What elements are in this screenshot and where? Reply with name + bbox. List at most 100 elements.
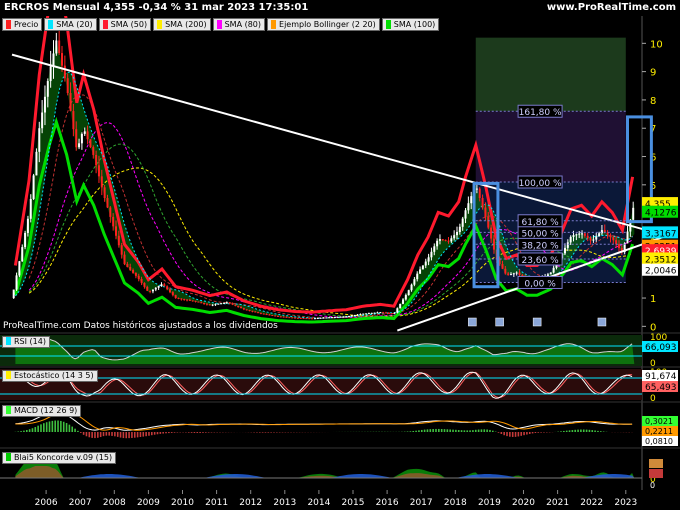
macd-histogram-bar [162,432,164,434]
candle-body [396,308,399,313]
candle-body [276,315,279,317]
candle-body [217,303,220,305]
candle-body [89,139,92,148]
candle-body [24,232,27,248]
macd-histogram-bar [449,429,451,432]
candle-body [433,246,436,252]
macd-histogram-bar [500,432,503,435]
candle-body [467,203,470,211]
legend-item-sma80[interactable]: SMA (80) [212,18,266,31]
x-tick-label: 2013 [273,498,296,508]
candle-body [143,282,146,287]
macd-histogram-bar [57,420,59,432]
candle-body [72,111,75,130]
candle-body [41,112,44,129]
panel-label-macd[interactable]: MACD (12 26 9) [2,405,82,417]
macd-histogram-bar [438,428,440,432]
candle-body [470,196,473,204]
x-tick-label: 2008 [103,498,126,508]
y-tick-label: 8 [650,96,656,107]
candle-body [242,308,245,310]
candle-body [348,315,351,317]
candle-body [427,257,430,262]
candle-body [504,268,507,274]
candle-body [78,143,81,148]
legend-item-sma100[interactable]: SMA (100) [381,18,440,31]
site-label[interactable]: www.ProRealTime.com [547,2,676,13]
candle-body [461,218,464,227]
candle-body [177,298,180,300]
macd-histogram-bar [489,429,491,432]
candle-body [251,310,254,312]
candle-body [197,301,200,303]
macd-histogram-bar [45,422,48,432]
candle-body [245,309,248,311]
koncorde-value-label: 0 [650,481,655,490]
macd-histogram-bar [23,430,25,432]
macd-histogram-bar [77,430,79,432]
candle-body [52,53,55,67]
candle-body [549,272,552,275]
legend-item-sma20[interactable]: SMA (20) [44,18,97,31]
candle-body [609,234,612,238]
candle-body [109,207,112,217]
legend-item-bollinger[interactable]: Ejemplo Bollinger (2 20) [267,18,380,31]
candle-body [328,317,331,319]
macd-histogram-bar [420,429,423,432]
macd-histogram-bar [423,429,426,432]
panel-label-rsi[interactable]: RSI (14) [2,336,50,348]
candle-body [171,292,174,296]
candle-body [399,303,402,309]
candle-body [376,312,379,314]
candle-body [211,304,214,306]
x-tick-label: 2012 [239,498,262,508]
macd-histogram-bar [514,432,517,437]
candle-body [129,267,132,270]
candle-body [146,286,149,291]
candle-body [336,316,339,318]
candle-body [288,317,291,319]
koncorde-value-box [649,459,663,468]
macd-histogram-bar [133,432,136,438]
macd-histogram-bar [537,432,540,433]
candle-body [248,310,251,312]
candle-body [69,93,72,112]
macd-histogram-bar [165,432,167,434]
candle-body [342,316,345,318]
candle-body [38,128,41,152]
legend-item-price[interactable]: Precio [2,18,43,31]
macd-histogram-bar [114,432,116,437]
candle-body [410,284,413,291]
macd-histogram-bar [85,432,88,437]
candle-body [509,274,512,276]
y-tick-label: 10 [650,39,663,50]
candle-body [285,316,288,318]
candle-body [299,317,302,319]
panel-label-koncorde[interactable]: Blai5 Koncorde v.09 (15) [2,452,117,464]
legend-item-sma50[interactable]: SMA (50) [98,18,152,31]
macd-histogram-bar [585,429,588,432]
x-tick-label: 2018 [444,498,467,508]
candle-body [160,284,163,287]
macd-histogram-bar [270,432,272,433]
candle-body [149,290,152,292]
legend-item-sma200[interactable]: SMA (200) [153,18,211,31]
candle-body [126,264,129,268]
panel-label-stochastic[interactable]: Estocástico (14 3 5) [2,370,98,382]
candle-body [220,303,223,305]
candle-body [438,239,441,241]
macd-histogram-bar [457,430,460,432]
candle-body [46,81,49,97]
candle-body [626,231,629,244]
candle-body [583,233,586,236]
candle-body [75,129,78,148]
fib-level-label: 161,80 % [519,108,562,118]
candle-body [191,300,194,302]
candle-body [262,313,265,315]
macd-histogram-bar [190,432,193,433]
candle-body [308,318,311,320]
candle-body [453,235,456,239]
candle-body [200,302,203,304]
candle-body [518,272,521,275]
candle-body [18,261,21,276]
